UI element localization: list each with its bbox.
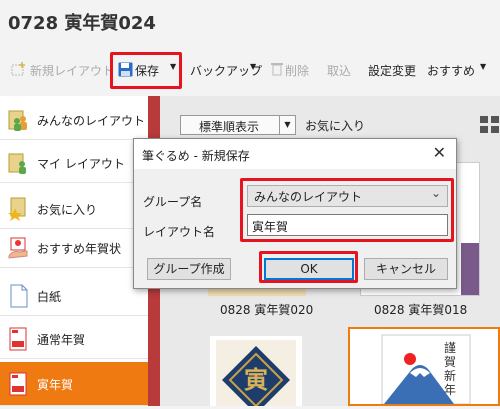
folder-star-icon	[8, 197, 26, 221]
recommend-dropdown-icon[interactable]: ▼	[476, 60, 486, 74]
ok-highlight	[259, 251, 358, 283]
new-layout-button[interactable]: 新規レイアウト	[30, 62, 114, 79]
card-hand-icon	[8, 237, 28, 259]
layout-card-caption: 0828 寅年賀018	[374, 303, 468, 317]
blank-page-icon	[10, 284, 28, 308]
sidebar-item-regular-newyear[interactable]: 通常年賀	[0, 319, 160, 359]
group-layout-highlight	[240, 178, 454, 242]
tiger-illustration: 寅	[216, 340, 296, 409]
trash-icon	[271, 63, 283, 76]
layout-name-label: レイアウト名	[143, 225, 216, 239]
red-card-icon	[9, 372, 27, 396]
close-icon[interactable]: ✕	[433, 143, 446, 162]
grid-view-icon[interactable]	[480, 116, 500, 134]
save-highlight	[110, 52, 182, 89]
svg-text:寅: 寅	[244, 365, 268, 394]
backup-dropdown-icon[interactable]: ▼	[246, 60, 256, 74]
window-title: 0728 寅年賀024	[8, 13, 156, 34]
sort-select[interactable]: 標準順表示 ▼	[180, 115, 296, 135]
settings-button[interactable]: 設定変更	[368, 62, 416, 79]
folder-person-icon	[8, 153, 26, 174]
red-card-icon	[9, 327, 27, 351]
chevron-down-icon: ▼	[279, 116, 295, 134]
sidebar-item-tiger-newyear[interactable]: 寅年賀	[0, 362, 160, 406]
dialog-title: 筆ぐるめ - 新規保存	[142, 149, 250, 163]
import-button[interactable]: 取込	[327, 62, 351, 79]
toolbar: 新規レイアウト 保存 ▼ バックアップ ▼ 削除 取込 設定変更 おすすめ ▼	[0, 50, 500, 90]
layout-card[interactable]: 寅	[210, 336, 302, 409]
new-layout-icon	[11, 62, 25, 76]
layout-card-caption: 0828 寅年賀020	[220, 303, 314, 317]
folder-people-icon	[8, 110, 27, 131]
sidebar-item-everyone-layout[interactable]: みんなのレイアウト	[0, 100, 160, 140]
dialog-titlebar: 筆ぐるめ - 新規保存 ✕	[134, 139, 456, 169]
card-greeting-text: 謹賀新年	[444, 341, 457, 397]
create-group-button[interactable]: グループ作成	[147, 258, 231, 280]
favorites-filter[interactable]: お気に入り	[305, 117, 365, 134]
delete-button[interactable]: 削除	[285, 62, 309, 79]
cancel-button[interactable]: キャンセル	[364, 258, 448, 280]
group-name-label: グループ名	[143, 195, 203, 209]
title-bar: 0728 寅年賀024	[0, 0, 500, 42]
fuji-illustration	[381, 334, 471, 404]
recommend-button[interactable]: おすすめ	[427, 62, 475, 79]
layout-card-selected[interactable]: 謹賀新年	[348, 327, 500, 406]
